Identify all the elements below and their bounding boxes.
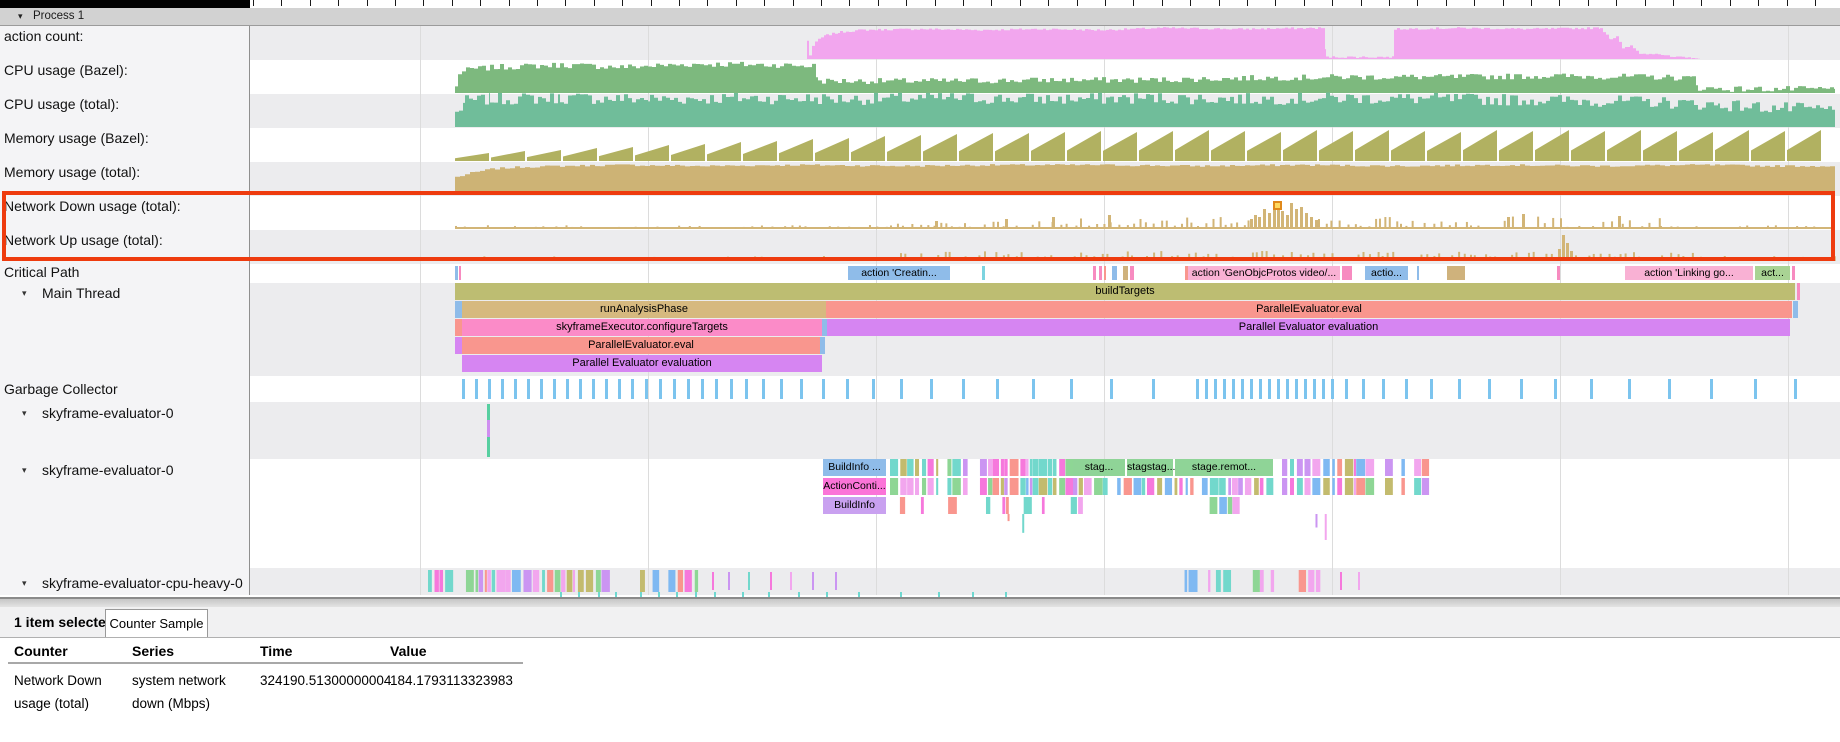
highlight-box-network-rows [2,191,1835,261]
flame-bar[interactable] [1797,283,1800,300]
critical-path-block[interactable] [1104,266,1106,280]
column-header-counter: Counter [14,643,68,659]
critical-path-block[interactable] [1093,266,1096,280]
critical-path-block[interactable] [455,266,458,280]
critical-path-block[interactable] [1112,266,1117,280]
critical-path-block[interactable] [1123,266,1128,280]
flame-bar[interactable] [455,337,462,354]
critical-path-block[interactable] [1099,266,1102,280]
critical-path-block[interactable]: action 'GenObjcProtos video/... [1188,266,1340,280]
panel-splitter-handle[interactable] [0,599,1840,607]
flame-bar[interactable]: ParallelEvaluator.eval [462,337,820,354]
flame-bar[interactable] [455,301,462,318]
critical-path-block[interactable]: action 'Creatin... [848,266,950,280]
selection-status: 1 item selected. [14,614,118,630]
critical-path-block[interactable] [1417,266,1419,280]
critical-path-block[interactable] [1342,266,1352,280]
trace-viewer-window: ▾ Process 1 ▾action count: ▾CPU usage (B… [0,0,1840,742]
tab-counter-sample[interactable]: Counter Sample (1) [105,609,208,638]
column-header-value: Value [390,643,427,659]
skyframe-labeled-block[interactable]: ActionConti... [823,478,886,495]
critical-path-block[interactable] [1557,266,1560,280]
cell-value[interactable]: 184.1793113323983 [390,669,513,692]
flame-bar[interactable]: Parallel Evaluator evaluation [462,355,822,372]
staging-action-block[interactable]: stage.remot... [1175,459,1273,476]
flame-bar[interactable] [820,337,825,354]
cell-time[interactable]: 324190.51300000004 [260,669,391,692]
critical-path-block[interactable]: actio... [1365,266,1408,280]
flame-bar[interactable]: Parallel Evaluator evaluation [827,319,1790,336]
flame-bar[interactable] [455,319,462,336]
staging-action-block[interactable]: stagstag... [1127,459,1173,476]
cell-series[interactable]: system network down (Mbps) [132,669,260,715]
critical-path-block[interactable] [459,266,461,280]
critical-path-block[interactable]: act... [1755,266,1790,280]
critical-path-block[interactable] [1130,266,1134,280]
critical-path-block[interactable] [1792,266,1795,280]
critical-path-block[interactable]: action 'Linking go... [1625,266,1753,280]
details-panel: 1 item selected. Counter Sample (1) Coun… [0,597,1840,742]
flame-bar[interactable] [1793,301,1798,318]
skyframe-labeled-block[interactable]: BuildInfo ... [823,459,886,476]
column-header-time: Time [260,643,292,659]
critical-path-block[interactable] [982,266,985,280]
cell-counter[interactable]: Network Down usage (total) [14,669,140,715]
critical-path-block[interactable] [1447,266,1465,280]
header-divider [8,662,523,664]
skyframe-labeled-block[interactable]: BuildInfo [823,497,886,514]
column-header-series: Series [132,643,174,659]
flame-bar[interactable]: runAnalysisPhase [462,301,826,318]
staging-action-block[interactable]: stag... [1073,459,1125,476]
flame-bar[interactable]: skyframeExecutor.configureTargets [462,319,822,336]
flame-bar[interactable]: buildTargets [455,283,1795,300]
flame-bar[interactable]: ParallelEvaluator.eval [826,301,1792,318]
